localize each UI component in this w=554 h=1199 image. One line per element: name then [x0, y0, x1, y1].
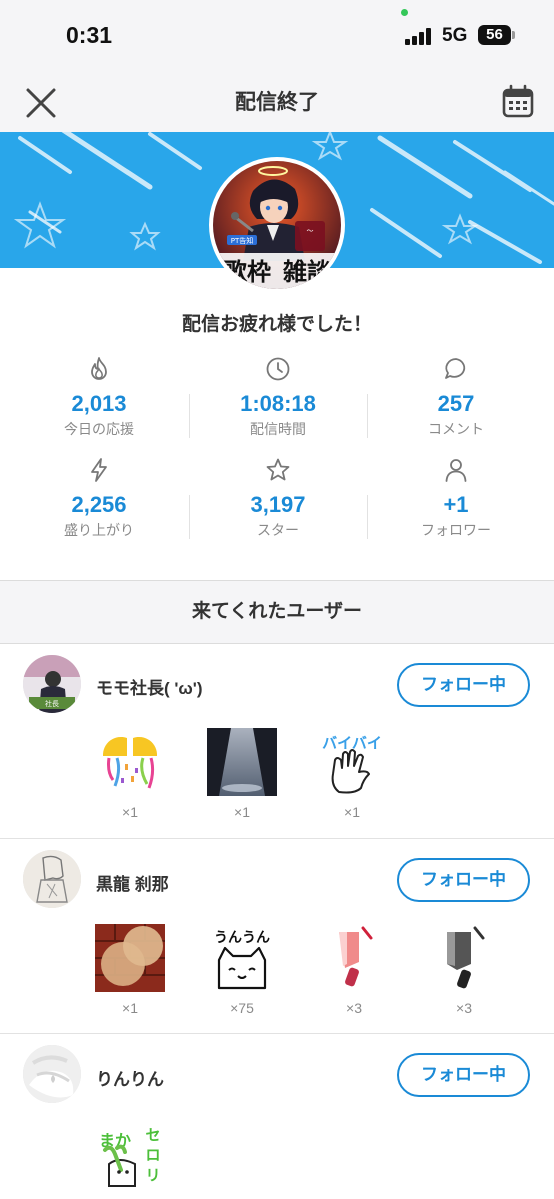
stat-label: 配信時間: [250, 421, 306, 437]
stat-value: 2,256: [71, 492, 127, 517]
gift-count: ×1: [122, 804, 138, 820]
following-button[interactable]: フォロー中: [397, 858, 530, 902]
pink-knife-icon: [339, 926, 373, 987]
row-divider: [0, 1033, 554, 1034]
gift-item: ×3: [424, 924, 504, 1016]
balloon-confetti-icon: [102, 736, 158, 789]
star-icon: [266, 458, 290, 481]
stat-support: 2,013 今日の応援: [7, 356, 191, 439]
lightning-icon: [91, 458, 107, 482]
stat-label: 今日の応援: [64, 421, 134, 437]
stat-value: 257: [437, 391, 475, 416]
person-icon: [445, 459, 467, 482]
user-name: りんりん: [96, 1070, 164, 1089]
spotlight-icon: [207, 728, 277, 796]
visitors-section-title: 来てくれたユーザー: [0, 580, 554, 644]
svg-text:歌枠: 歌枠: [223, 258, 271, 286]
battery-icon: 56: [478, 25, 511, 45]
streamer-avatar: PT告知 ～ 歌枠 雑談: [209, 157, 345, 293]
gift-count: ×3: [456, 1000, 472, 1016]
stat-value: 1:08:18: [240, 391, 316, 416]
page-title: 配信終了: [235, 91, 319, 114]
flame-icon: [91, 357, 107, 380]
user-name: モモ社長( 'ω'): [96, 679, 203, 698]
stat-excitement: 2,256 盛り上がり: [7, 457, 191, 540]
svg-text:リ: リ: [145, 1166, 160, 1184]
svg-text:雑談: 雑談: [282, 258, 332, 286]
svg-text:セ: セ: [145, 1126, 160, 1144]
gift-item: バイバイ ×1: [312, 728, 392, 820]
comment-icon: [445, 358, 466, 379]
svg-text:うんうん: うんうん: [214, 930, 270, 946]
calendar-icon: [502, 84, 534, 118]
unun-cat-icon: うんうん: [214, 930, 270, 990]
user-avatar[interactable]: [23, 850, 81, 908]
user-name: 黒龍 刹那: [96, 875, 169, 894]
following-button[interactable]: フォロー中: [397, 663, 530, 707]
gift-count: ×1: [344, 804, 360, 820]
stat-comments: 257 コメント: [364, 356, 548, 439]
calendar-button[interactable]: [498, 82, 538, 122]
user-avatar[interactable]: 社長: [23, 655, 81, 713]
svg-text:PT告知: PT告知: [231, 236, 254, 245]
gift-count: ×3: [346, 1000, 362, 1016]
stat-label: スター: [257, 522, 299, 538]
gift-item: ×3: [314, 924, 394, 1016]
gift-item: うんうん ×75: [202, 924, 282, 1016]
gift-item: ×1: [202, 728, 282, 820]
status-bar: 0:31 5G 56: [0, 0, 554, 72]
svg-text:～: ～: [307, 227, 314, 235]
user-avatar[interactable]: [23, 1045, 81, 1103]
network-type: 5G: [442, 25, 468, 46]
status-time: 0:31: [66, 22, 113, 48]
stat-stars: 3,197 スター: [186, 457, 370, 540]
svg-text:社長: 社長: [45, 699, 59, 708]
gift-count: ×1: [234, 804, 250, 820]
stat-duration: 1:08:18 配信時間: [186, 356, 370, 439]
svg-text:まか: まか: [99, 1131, 131, 1150]
greeting-text: 配信お疲れ様でした！: [181, 314, 372, 335]
stat-value: 2,013: [71, 391, 127, 416]
gift-count: ×1: [122, 1000, 138, 1016]
brick-wall-icon: [95, 924, 165, 992]
privacy-indicator-dot: [401, 9, 408, 16]
gift-item: ×1: [90, 728, 170, 820]
following-button[interactable]: フォロー中: [397, 1053, 530, 1097]
gift-item: ×1: [90, 924, 170, 1016]
baibai-hand-icon: バイバイ: [322, 734, 382, 794]
stat-label: フォロワー: [421, 522, 491, 538]
svg-text:ロ: ロ: [145, 1146, 160, 1164]
battery-cap: [512, 31, 515, 39]
makaserori-icon: まか セ ロ リ: [99, 1126, 161, 1187]
black-cleaver-icon: [447, 926, 485, 989]
stat-label: 盛り上がり: [64, 522, 134, 538]
gift-item: まか セ ロ リ ×1: [90, 1120, 170, 1199]
stat-value: 3,197: [250, 492, 306, 517]
clock-icon: [266, 357, 290, 381]
signal-icon: [405, 27, 435, 45]
stat-label: コメント: [428, 421, 484, 437]
stat-value: +1: [443, 492, 469, 517]
row-divider: [0, 838, 554, 839]
gift-count: ×75: [230, 1000, 254, 1016]
header-bar: 配信終了: [0, 72, 554, 132]
stat-followers: +1 フォロワー: [364, 457, 548, 540]
